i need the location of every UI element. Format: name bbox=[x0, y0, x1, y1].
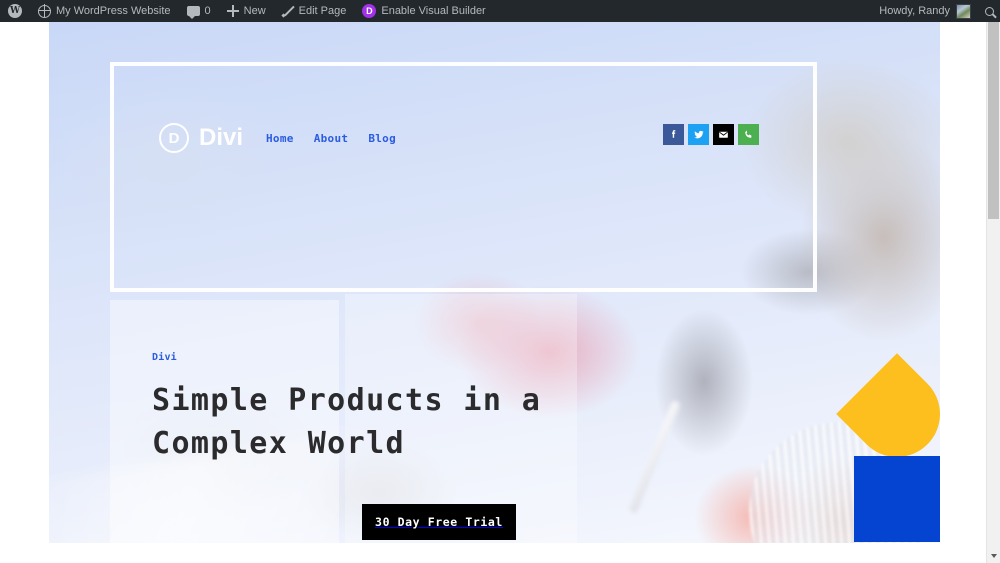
hero-title: Simple Products in a Complex World bbox=[152, 383, 542, 461]
admin-bar-edit-page[interactable]: Edit Page bbox=[274, 0, 355, 22]
wp-admin-bar: My WordPress Website 0 New Edit Page Ena… bbox=[0, 0, 1000, 22]
site-name-label: My WordPress Website bbox=[56, 5, 171, 17]
admin-bar-right-group: Howdy, Randy bbox=[872, 0, 1000, 22]
pencil-icon bbox=[282, 5, 294, 17]
header-border-frame bbox=[110, 62, 817, 292]
scrollbar-thumb[interactable] bbox=[988, 14, 999, 219]
admin-bar-site-name[interactable]: My WordPress Website bbox=[30, 0, 179, 22]
cta-30-day-free-trial-button[interactable]: 30 Day Free Trial bbox=[362, 504, 516, 540]
divi-circle-d-logo: D bbox=[159, 123, 189, 153]
blue-square-decoration bbox=[854, 456, 940, 542]
social-twitter-button[interactable] bbox=[688, 124, 709, 145]
admin-bar-enable-visual-builder[interactable]: Enable Visual Builder bbox=[354, 0, 493, 22]
main-navigation: Home About Blog bbox=[266, 132, 396, 145]
scroll-down-arrow[interactable] bbox=[987, 549, 1000, 563]
admin-bar-my-account[interactable]: Howdy, Randy bbox=[872, 3, 978, 19]
enable-visual-builder-label: Enable Visual Builder bbox=[381, 5, 486, 17]
nav-item-blog[interactable]: Blog bbox=[368, 132, 396, 145]
nav-item-about[interactable]: About bbox=[314, 132, 349, 145]
wordpress-icon bbox=[8, 4, 22, 18]
comment-bubble-icon bbox=[186, 6, 200, 19]
plus-icon bbox=[226, 5, 239, 17]
search-icon bbox=[984, 6, 994, 16]
edit-page-label: Edit Page bbox=[298, 5, 347, 17]
social-email-button[interactable] bbox=[713, 124, 734, 145]
phone-icon bbox=[745, 130, 752, 138]
howdy-label: Howdy, Randy bbox=[879, 5, 950, 17]
hero-text-block: Divi Simple Products in a Complex World bbox=[152, 352, 612, 465]
facebook-icon bbox=[671, 130, 676, 138]
nav-item-home[interactable]: Home bbox=[266, 132, 294, 145]
brand-name-label: Divi bbox=[199, 124, 244, 151]
new-content-label: New bbox=[243, 5, 266, 17]
page-bottom-white-strip bbox=[49, 543, 940, 563]
social-phone-button[interactable] bbox=[738, 124, 759, 145]
admin-bar-comments[interactable]: 0 bbox=[179, 0, 219, 22]
divi-d-icon bbox=[362, 4, 377, 18]
social-facebook-button[interactable] bbox=[663, 124, 684, 145]
site-icon bbox=[37, 4, 51, 18]
cta-label: 30 Day Free Trial bbox=[375, 515, 503, 529]
admin-bar-search[interactable] bbox=[978, 0, 1000, 22]
divi-logo-glyph: D bbox=[168, 129, 180, 147]
twitter-icon bbox=[693, 130, 704, 138]
envelope-icon bbox=[719, 131, 728, 138]
admin-bar-wp-logo[interactable] bbox=[0, 0, 30, 22]
hero-eyebrow-label: Divi bbox=[152, 352, 177, 363]
user-avatar bbox=[956, 3, 971, 19]
site-brand[interactable]: D Divi bbox=[159, 123, 243, 153]
comments-count-label: 0 bbox=[204, 5, 211, 17]
admin-bar-new-content[interactable]: New bbox=[219, 0, 274, 22]
vertical-scrollbar[interactable] bbox=[986, 0, 1000, 563]
divi-website-canvas: D Divi Home About Blog Divi Simple Produ… bbox=[49, 22, 940, 563]
browser-page-viewport: D Divi Home About Blog Divi Simple Produ… bbox=[0, 22, 986, 563]
admin-bar-left-group: My WordPress Website 0 New Edit Page Ena… bbox=[0, 0, 494, 22]
social-icons-group bbox=[663, 124, 759, 145]
